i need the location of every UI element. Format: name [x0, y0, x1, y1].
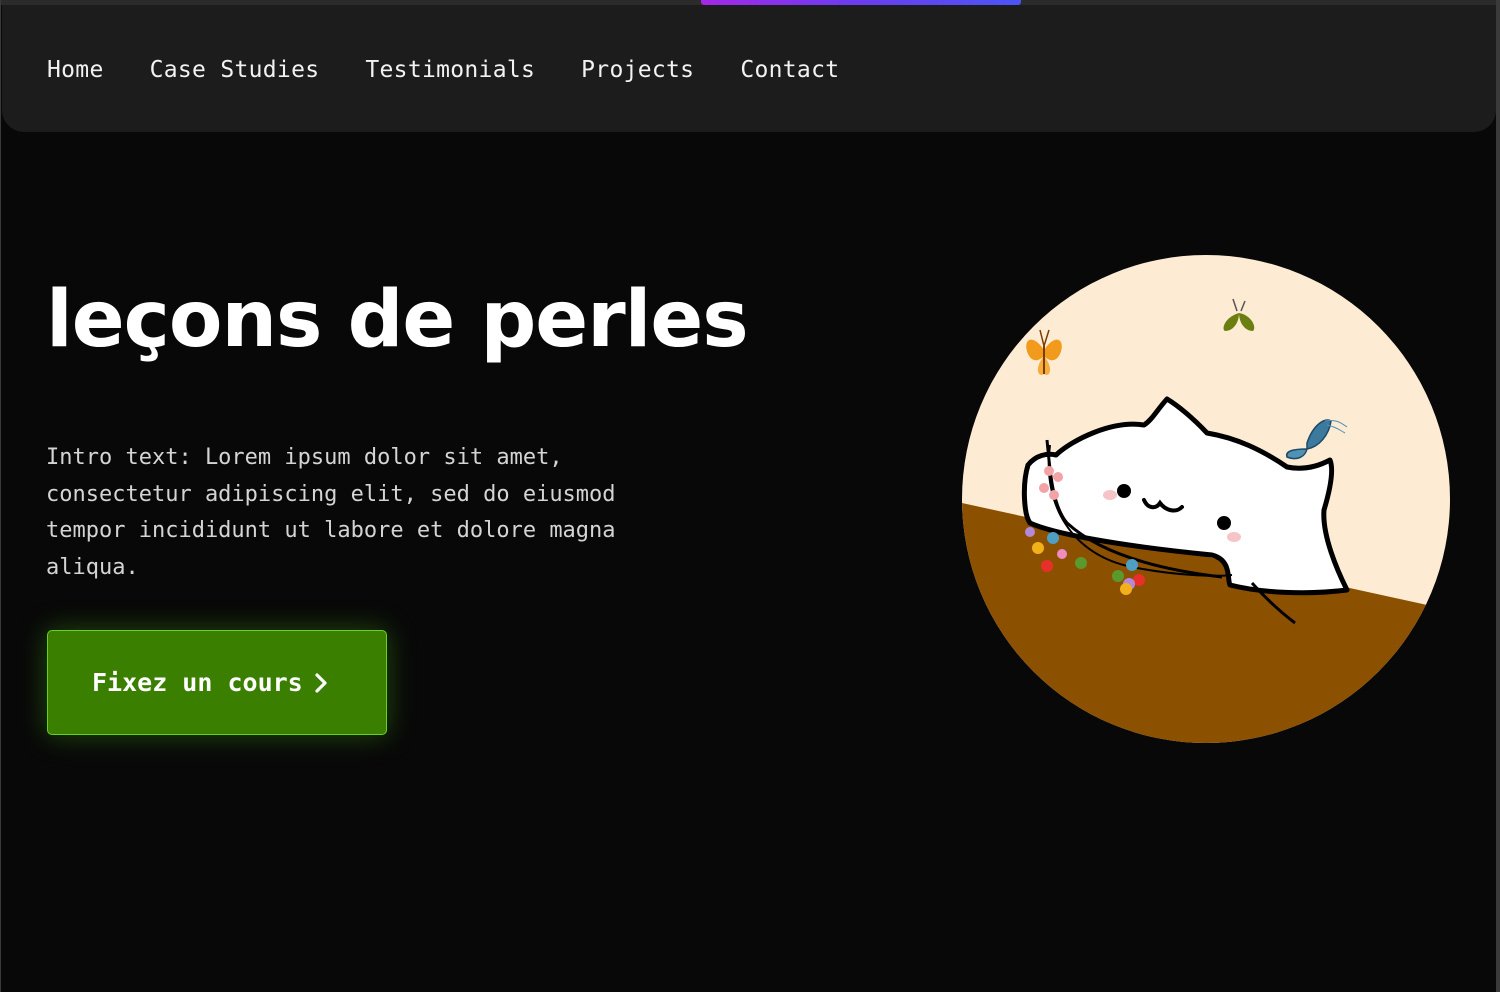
nav-list: Home Case Studies Testimonials Projects …	[47, 57, 839, 83]
right-border	[1496, 0, 1500, 992]
book-lesson-button-label: Fixez un cours	[92, 668, 303, 697]
hero-intro-text: Intro text: Lorem ipsum dolor sit amet, …	[46, 445, 616, 580]
cat-eye-left	[1117, 484, 1131, 498]
nav-item-testimonials: Testimonials	[365, 57, 535, 83]
page: Home Case Studies Testimonials Projects …	[0, 0, 1500, 992]
nav-item-case-studies: Case Studies	[150, 57, 320, 83]
navbar: Home Case Studies Testimonials Projects …	[2, 5, 1496, 132]
hero-title: leçons de perles	[46, 275, 749, 365]
nav-link-projects[interactable]: Projects	[581, 57, 694, 83]
left-border	[0, 0, 1, 992]
nav-item-home: Home	[47, 57, 104, 83]
nav-link-contact[interactable]: Contact	[740, 57, 839, 83]
chevron-right-icon	[315, 672, 327, 693]
nav-link-testimonials[interactable]: Testimonials	[365, 57, 535, 83]
book-lesson-button[interactable]: Fixez un cours	[47, 630, 387, 735]
nav-item-projects: Projects	[581, 57, 694, 83]
cat-eye-right	[1217, 516, 1231, 530]
cat-beading-illustration	[962, 255, 1450, 743]
nav-link-case-studies[interactable]: Case Studies	[150, 57, 320, 83]
nav-link-home[interactable]: Home	[47, 57, 104, 83]
nav-item-contact: Contact	[740, 57, 839, 83]
